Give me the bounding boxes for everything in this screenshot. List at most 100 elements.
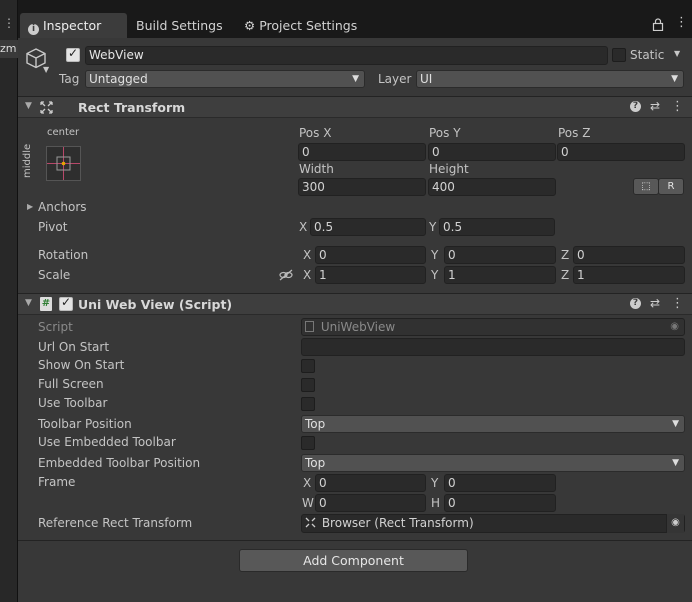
width-field[interactable]: 300 (298, 178, 426, 196)
lock-icon[interactable] (652, 18, 664, 31)
frame-y-field[interactable]: 0 (444, 474, 556, 492)
object-picker-icon[interactable]: ◉ (666, 514, 684, 533)
left-window-strip: ⋮ zm (0, 0, 18, 602)
anchors-foldout-arrow-icon[interactable]: ▶ (27, 202, 33, 211)
layer-value: UI (420, 72, 433, 86)
pos-z-label: Pos Z (558, 126, 591, 140)
pos-y-label: Pos Y (429, 126, 461, 140)
tag-dropdown[interactable]: Untagged ▼ (85, 70, 365, 88)
rotation-label: Rotation (38, 248, 89, 262)
presets-icon[interactable]: ⇄ (650, 99, 660, 113)
use-toolbar-checkbox[interactable] (301, 397, 315, 411)
constrain-proportions-icon[interactable] (279, 269, 293, 281)
show-on-start-checkbox[interactable] (301, 359, 315, 373)
rotation-x-label: X (303, 248, 312, 262)
component-enabled-checkbox[interactable] (59, 295, 73, 311)
blueprint-icon: ⬚ (641, 181, 651, 192)
anchors-label[interactable]: Anchors (38, 200, 87, 214)
pos-x-label: Pos X (299, 126, 332, 140)
frame-x-field[interactable]: 0 (315, 474, 426, 492)
component-title: Uni Web View (Script) (78, 297, 233, 312)
scale-y-label: Y (431, 268, 439, 282)
component-menu-icon[interactable]: ⋮ (671, 99, 684, 114)
blueprint-mode-button[interactable]: ⬚ (633, 178, 659, 195)
toolbar-position-dropdown[interactable]: Top ▼ (301, 415, 685, 433)
static-dropdown-chevron-icon[interactable]: ▼ (674, 49, 680, 58)
scale-y-field[interactable]: 1 (444, 266, 556, 284)
chevron-down-icon: ▼ (352, 74, 359, 84)
full-screen-label: Full Screen (38, 377, 104, 391)
height-label: Height (429, 162, 469, 176)
tab-project-settings[interactable]: ⚙ Project Settings (236, 13, 365, 38)
more-icon[interactable]: ⋮ (3, 16, 15, 30)
show-on-start-label: Show On Start (38, 358, 125, 372)
height-field[interactable]: 400 (428, 178, 556, 196)
script-icon: # (40, 297, 52, 311)
embedded-toolbar-position-dropdown[interactable]: Top ▼ (301, 454, 685, 472)
pivot-y-field[interactable]: 0.5 (439, 218, 555, 236)
rotation-z-field[interactable]: 0 (573, 246, 685, 264)
pivot-x-label: X (299, 220, 308, 234)
static-checkbox[interactable] (612, 48, 626, 62)
gameobject-name-field[interactable]: WebView (85, 46, 608, 65)
tab-label: Build Settings (136, 18, 223, 33)
rotation-y-field[interactable]: 0 (444, 246, 556, 264)
help-icon[interactable]: ? (630, 101, 641, 112)
component-menu-icon[interactable]: ⋮ (671, 296, 684, 311)
tag-value: Untagged (89, 72, 148, 86)
chevron-down-icon[interactable]: ▼ (43, 65, 49, 74)
frame-h-field[interactable]: 0 (444, 494, 556, 512)
hidden-tab-label[interactable]: zm (0, 40, 18, 58)
scale-z-field[interactable]: 1 (573, 266, 685, 284)
tab-build-settings[interactable]: Build Settings (128, 13, 231, 38)
tag-label: Tag (59, 72, 80, 86)
rect-transform-icon (40, 101, 53, 114)
width-label: Width (299, 162, 334, 176)
scale-x-field[interactable]: 1 (315, 266, 426, 284)
frame-label: Frame (38, 475, 76, 489)
tab-label: Project Settings (259, 18, 358, 33)
reference-rect-transform-field[interactable]: Browser (Rect Transform) ◉ (301, 514, 685, 533)
url-on-start-field[interactable] (301, 338, 685, 356)
script-field: UniWebView ◉ (301, 318, 685, 336)
toolbar-position-value: Top (305, 417, 326, 431)
rect-transform-icon (305, 517, 316, 528)
inspector-panel: ▼ WebView Static ▼ Tag Untagged ▼ Layer … (18, 38, 692, 602)
full-screen-checkbox[interactable] (301, 378, 315, 392)
layer-dropdown[interactable]: UI ▼ (416, 70, 684, 88)
pos-z-field[interactable]: 0 (557, 143, 685, 161)
use-toolbar-label: Use Toolbar (38, 396, 108, 410)
tab-inspector[interactable]: i Inspector (20, 13, 127, 38)
use-embedded-toolbar-checkbox[interactable] (301, 436, 315, 450)
script-asset-icon (305, 321, 314, 332)
frame-w-label: W (302, 496, 314, 510)
chevron-down-icon: ▼ (672, 458, 679, 468)
foldout-arrow-icon[interactable]: ▼ (25, 298, 32, 308)
pivot-x-field[interactable]: 0.5 (310, 218, 426, 236)
presets-icon[interactable]: ⇄ (650, 296, 660, 310)
raw-edit-button[interactable]: R (658, 178, 684, 195)
tab-menu-icon[interactable]: ⋮ (675, 15, 688, 30)
tab-label: Inspector (42, 18, 102, 33)
reference-rect-transform-label: Reference Rect Transform (38, 516, 193, 530)
scale-z-label: Z (561, 268, 570, 282)
rect-transform-header[interactable]: ▼ Rect Transform ? ⇄ ⋮ (18, 96, 692, 118)
add-component-button[interactable]: Add Component (239, 549, 468, 572)
pos-y-field[interactable]: 0 (428, 143, 556, 161)
anchor-presets-button[interactable] (46, 146, 81, 181)
tab-bar: i Inspector Build Settings ⚙ Project Set… (18, 0, 692, 38)
chevron-down-icon: ▼ (671, 74, 678, 84)
rotation-z-label: Z (561, 248, 570, 262)
pos-x-field[interactable]: 0 (298, 143, 426, 161)
foldout-arrow-icon[interactable]: ▼ (25, 101, 32, 111)
scale-x-label: X (303, 268, 312, 282)
rotation-y-label: Y (431, 248, 439, 262)
layer-label: Layer (378, 72, 412, 86)
uniwebview-header[interactable]: ▼ # Uni Web View (Script) ? ⇄ ⋮ (18, 293, 692, 315)
frame-w-field[interactable]: 0 (315, 494, 426, 512)
component-title: Rect Transform (78, 100, 186, 115)
object-picker-icon: ◉ (670, 321, 679, 332)
gameobject-active-checkbox[interactable] (66, 46, 80, 62)
rotation-x-field[interactable]: 0 (315, 246, 426, 264)
help-icon[interactable]: ? (630, 298, 641, 309)
